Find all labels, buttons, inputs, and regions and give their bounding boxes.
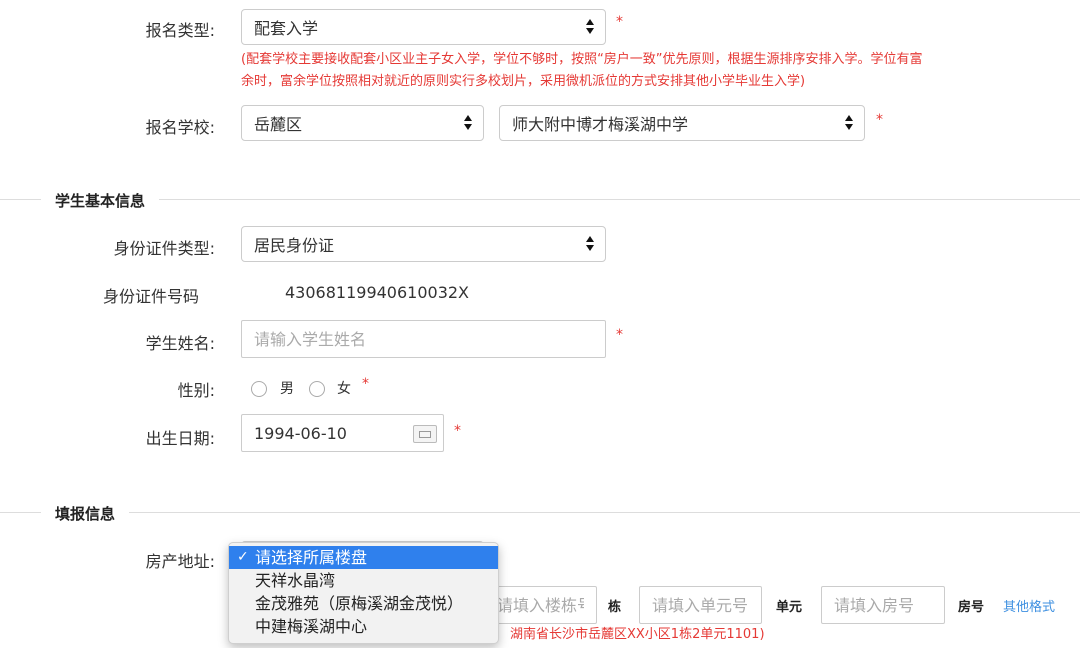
unit-label: 单元 bbox=[776, 600, 803, 615]
gender-male-radio[interactable] bbox=[251, 381, 267, 397]
gender-female-radio[interactable] bbox=[309, 381, 325, 397]
address-label: 房产地址: bbox=[145, 552, 215, 571]
unit-input[interactable] bbox=[639, 586, 762, 624]
id-type-value: 居民身份证 bbox=[254, 236, 335, 255]
required-mark: * bbox=[362, 376, 369, 392]
select-arrows-icon bbox=[463, 114, 473, 132]
calendar-icon[interactable] bbox=[413, 425, 437, 443]
dropdown-option-label: 请选择所属楼盘 bbox=[255, 548, 368, 567]
id-type-label: 身份证件类型: bbox=[113, 239, 215, 258]
district-select[interactable]: 岳麓区 bbox=[241, 105, 484, 141]
district-value: 岳麓区 bbox=[254, 115, 303, 134]
other-format-link[interactable]: 其他格式 bbox=[1003, 596, 1055, 615]
reg-type-value: 配套入学 bbox=[254, 19, 319, 38]
school-value: 师大附中博才梅溪湖中学 bbox=[512, 115, 689, 134]
room-input[interactable] bbox=[821, 586, 945, 624]
gender-male-label: 男 bbox=[280, 381, 294, 397]
id-number-value: 43068119940610032X bbox=[285, 283, 470, 302]
student-name-label: 学生姓名: bbox=[145, 334, 215, 353]
required-mark: * bbox=[616, 14, 623, 30]
birth-date-label: 出生日期: bbox=[145, 429, 215, 448]
address-example: 湖南省长沙市岳麓区XX小区1栋2单元1101) bbox=[510, 627, 765, 642]
reg-type-note-1: (配套学校主要接收配套小区业主子女入学，学位不够时，按照“房户一致”优先原则，根… bbox=[241, 52, 923, 67]
room-label: 房号 bbox=[958, 600, 985, 615]
gender-female-label: 女 bbox=[337, 381, 351, 397]
gender-label: 性别: bbox=[177, 381, 215, 400]
select-arrows-icon bbox=[585, 18, 595, 36]
student-section-title: 学生基本信息 bbox=[41, 190, 160, 211]
school-select[interactable]: 师大附中博才梅溪湖中学 bbox=[499, 105, 865, 141]
building-unit-label: 栋 bbox=[608, 600, 622, 615]
section-divider bbox=[0, 199, 1080, 200]
building-input[interactable] bbox=[484, 586, 597, 624]
student-name-input[interactable] bbox=[241, 320, 606, 358]
dropdown-option-selected[interactable]: ✓ 请选择所属楼盘 bbox=[229, 546, 498, 569]
dropdown-option[interactable]: 中建梅溪湖中心 bbox=[229, 615, 498, 638]
id-number-label: 身份证件号码 bbox=[102, 287, 199, 306]
reg-type-select[interactable]: 配套入学 bbox=[241, 9, 606, 45]
dropdown-option[interactable]: 金茂雅苑（原梅溪湖金茂悦） bbox=[229, 592, 498, 615]
reg-type-label: 报名类型: bbox=[145, 21, 215, 40]
id-type-select[interactable]: 居民身份证 bbox=[241, 226, 606, 262]
required-mark: * bbox=[616, 327, 623, 343]
reg-type-note-2: 余时，富余学位按照相对就近的原则实行多校划片，采用微机派位的方式安排其他小学毕业… bbox=[241, 74, 806, 89]
reg-school-label: 报名学校: bbox=[145, 118, 215, 137]
checkmark-icon: ✓ bbox=[237, 549, 249, 565]
dropdown-option[interactable]: 天祥水晶湾 bbox=[229, 569, 498, 592]
estate-dropdown[interactable]: ✓ 请选择所属楼盘 天祥水晶湾 金茂雅苑（原梅溪湖金茂悦） 中建梅溪湖中心 bbox=[228, 542, 499, 644]
required-mark: * bbox=[454, 423, 461, 439]
select-arrows-icon bbox=[844, 114, 854, 132]
fill-section-title: 填报信息 bbox=[41, 503, 130, 524]
required-mark: * bbox=[876, 112, 883, 128]
section-divider bbox=[0, 512, 1080, 513]
select-arrows-icon bbox=[585, 235, 595, 253]
birth-date-value: 1994-06-10 bbox=[254, 423, 347, 443]
